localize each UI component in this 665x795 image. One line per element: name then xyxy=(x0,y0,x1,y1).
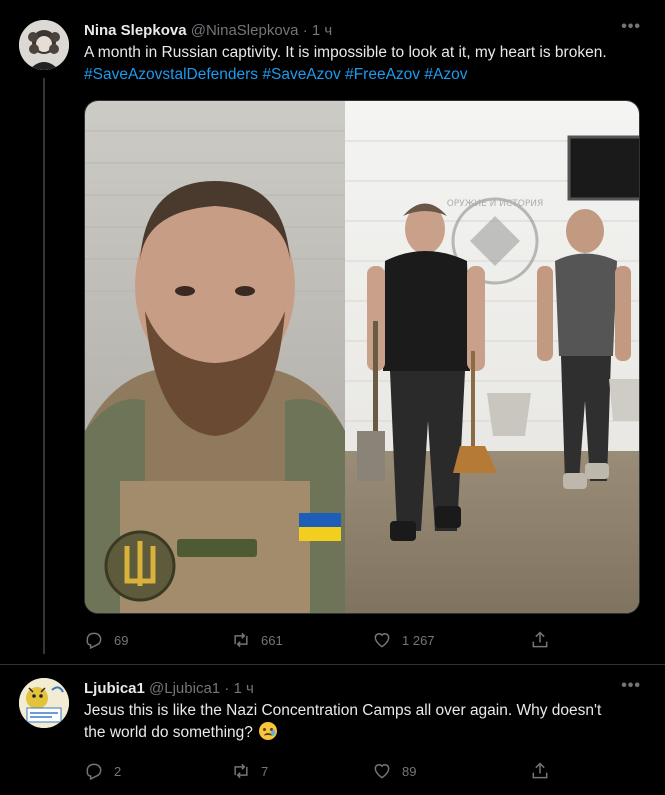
tweet-actions: 69 661 1 267 xyxy=(84,628,564,652)
tweet-media-photo[interactable]: ОРУЖИЕ И ИСТОРИЯ xyxy=(84,100,640,614)
tweet-body: A month in Russian captivity. It is impo… xyxy=(84,44,607,61)
crying-face-emoji xyxy=(259,722,278,740)
tweet[interactable]: Nina Slepkova @NinaSlepkova · 1 ч ••• A … xyxy=(0,0,665,664)
tweet-timestamp[interactable]: 1 ч xyxy=(312,22,332,39)
tweet-text: A month in Russian captivity. It is impo… xyxy=(84,42,624,86)
tweet-actions: 2 7 89 xyxy=(84,759,564,783)
avatar-portrait-image xyxy=(19,20,69,70)
reply-count: 69 xyxy=(114,632,129,648)
tweet-text: Jesus this is like the Nazi Concentratio… xyxy=(84,700,624,744)
media-image: ОРУЖИЕ И ИСТОРИЯ xyxy=(85,101,639,613)
retweet-button[interactable]: 661 xyxy=(231,628,283,652)
retweet-count: 7 xyxy=(261,763,269,779)
like-button[interactable]: 1 267 xyxy=(372,628,435,652)
retweet-icon xyxy=(234,632,248,648)
like-count: 89 xyxy=(402,763,417,779)
author-handle[interactable]: @NinaSlepkova xyxy=(191,22,299,39)
tweet-body: Jesus this is like the Nazi Concentratio… xyxy=(84,702,602,741)
avatar-cartoon-image xyxy=(19,678,69,728)
author-name[interactable]: Nina Slepkova xyxy=(84,22,187,39)
more-icon[interactable]: ••• xyxy=(621,677,641,695)
share-icon xyxy=(532,631,548,648)
tweet-header: Ljubica1 @Ljubica1 · 1 ч xyxy=(84,680,254,697)
author-name[interactable]: Ljubica1 xyxy=(84,680,145,697)
retweet-icon xyxy=(234,763,248,779)
share-button[interactable] xyxy=(530,759,560,783)
reply-button[interactable]: 69 xyxy=(84,628,128,652)
retweet-button[interactable]: 7 xyxy=(231,759,268,783)
meta-separator: · xyxy=(302,22,308,39)
thread-connector-line xyxy=(43,78,45,654)
photo-watermark: ОРУЖИЕ И ИСТОРИЯ xyxy=(447,199,544,209)
like-count: 1 267 xyxy=(402,632,435,648)
like-icon xyxy=(374,764,390,779)
like-icon xyxy=(374,633,390,648)
tweet-header: Nina Slepkova @NinaSlepkova · 1 ч xyxy=(84,22,332,39)
reply-count: 2 xyxy=(114,763,122,779)
like-button[interactable]: 89 xyxy=(372,759,416,783)
retweet-count: 661 xyxy=(261,632,283,648)
tweet-timestamp[interactable]: 1 ч xyxy=(233,680,253,697)
share-button[interactable] xyxy=(530,628,560,652)
hashtag-link[interactable]: #SaveAzovstalDefenders xyxy=(84,66,258,83)
reply-icon xyxy=(86,632,102,650)
share-icon xyxy=(532,762,548,779)
more-icon[interactable]: ••• xyxy=(621,18,641,36)
tweet[interactable]: Ljubica1 @Ljubica1 · 1 ч ••• Jesus this … xyxy=(0,665,665,795)
author-handle[interactable]: @Ljubica1 xyxy=(149,680,220,697)
avatar[interactable] xyxy=(19,678,69,728)
meta-separator: · xyxy=(224,680,230,697)
reply-icon xyxy=(86,763,102,781)
hashtag-link[interactable]: #SaveAzov xyxy=(262,66,340,83)
hashtag-link[interactable]: #Azov xyxy=(424,66,467,83)
avatar[interactable] xyxy=(19,20,69,70)
reply-button[interactable]: 2 xyxy=(84,759,121,783)
hashtag-link[interactable]: #FreeAzov xyxy=(345,66,420,83)
